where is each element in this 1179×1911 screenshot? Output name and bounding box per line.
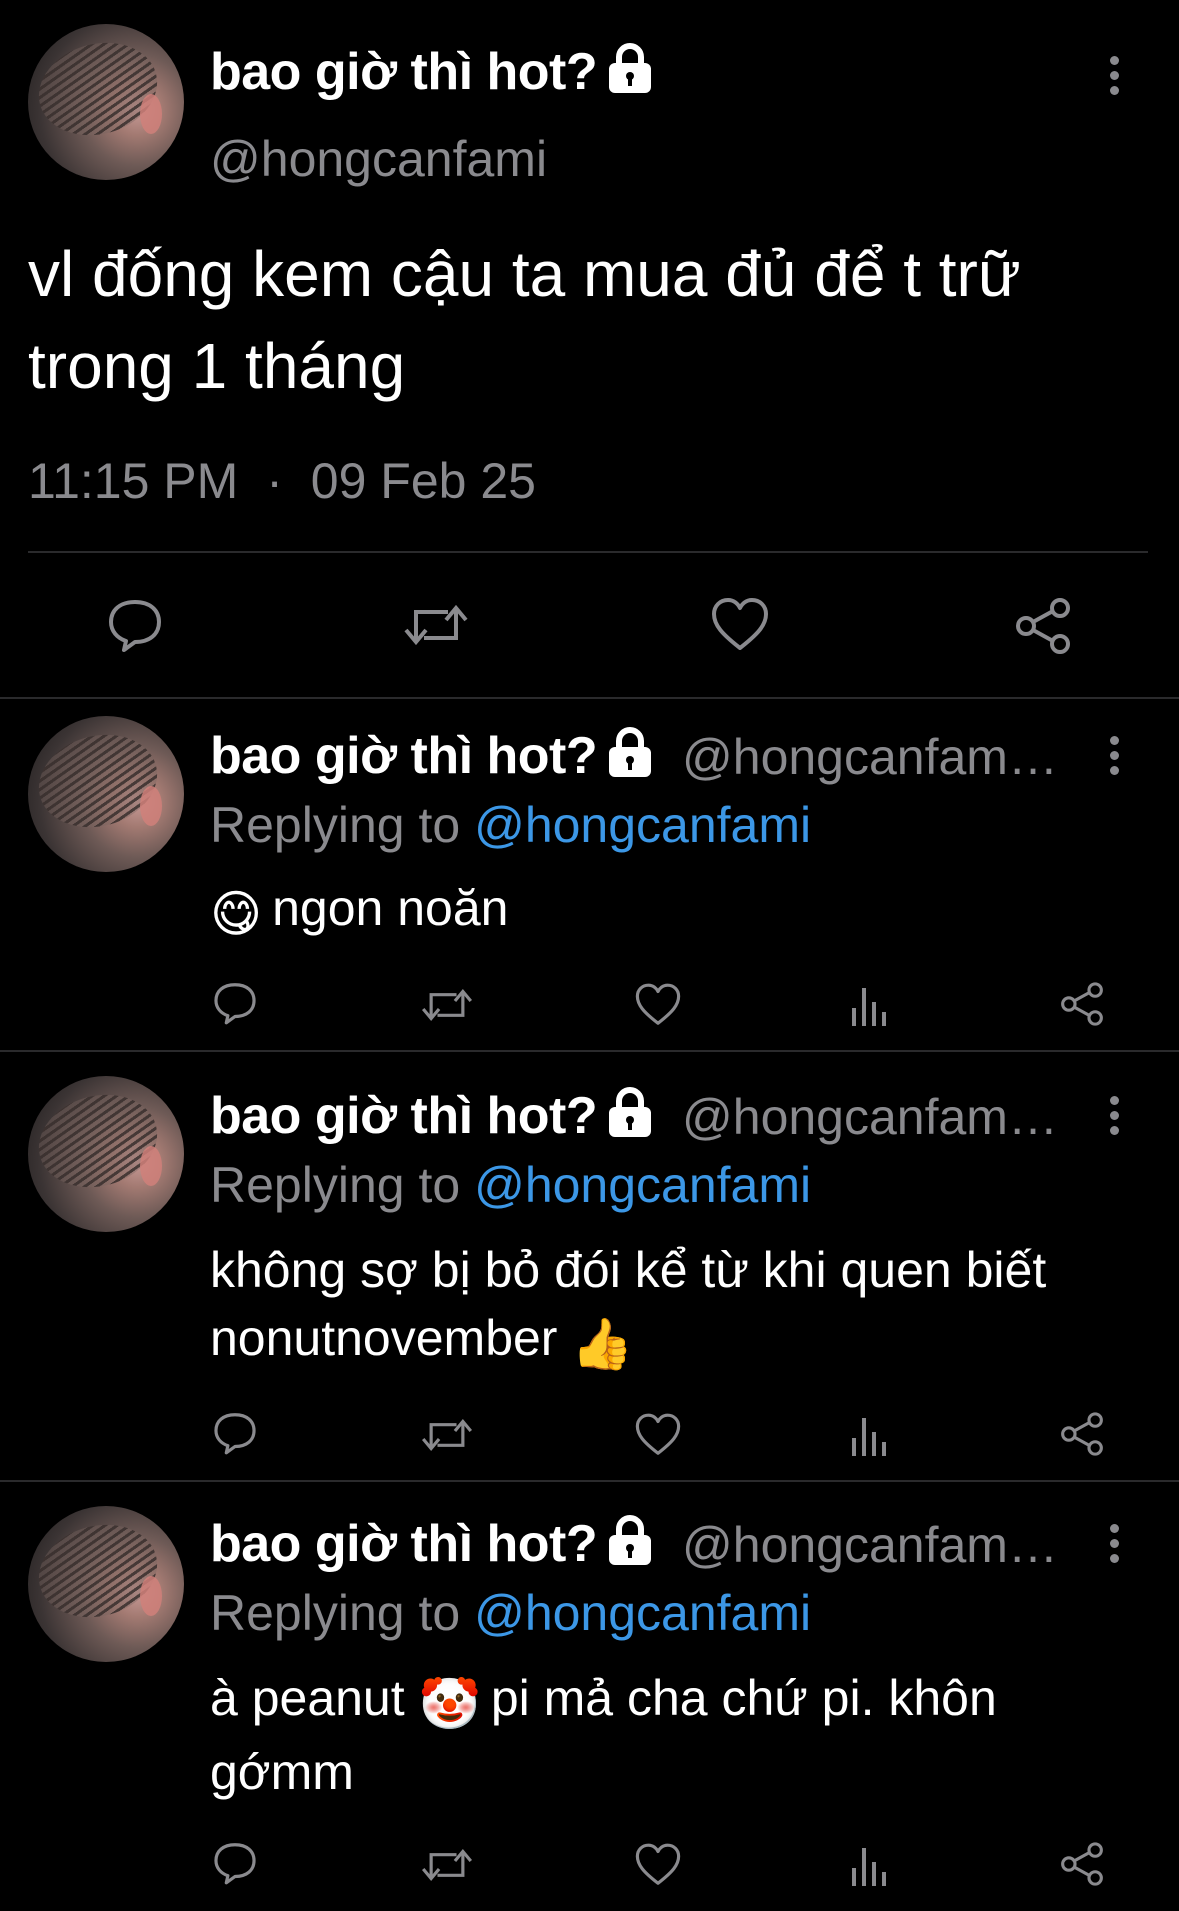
share-icon[interactable] xyxy=(1012,596,1074,656)
retweet-icon[interactable] xyxy=(420,982,474,1028)
more-icon[interactable] xyxy=(1110,56,1120,101)
views-icon[interactable] xyxy=(850,1412,890,1456)
avatar[interactable] xyxy=(28,1076,184,1232)
reply-icon[interactable] xyxy=(212,980,258,1026)
lock-icon xyxy=(609,727,652,777)
reply-text: 😋 ngon noăn xyxy=(210,874,1150,948)
replying-to: Replying to @hongcanfami xyxy=(210,1157,812,1213)
replying-to: Replying to @hongcanfami xyxy=(210,797,812,853)
views-icon[interactable] xyxy=(850,982,890,1026)
reply-text: không sợ bị bỏ đói kể từ khi quen biết n… xyxy=(210,1236,1150,1378)
timestamp-separator: · xyxy=(266,453,283,509)
replying-to: Replying to @hongcanfami xyxy=(210,1585,812,1641)
tweet-text: vl đống kem cậu ta mua đủ để t trữ trong… xyxy=(28,238,1021,402)
avatar[interactable] xyxy=(28,24,184,180)
handle[interactable]: @hongcanfam… xyxy=(682,1088,1058,1146)
display-name[interactable]: bao giờ thì hot? xyxy=(210,1086,653,1146)
share-icon[interactable] xyxy=(1058,1840,1106,1888)
avatar[interactable] xyxy=(28,1506,184,1662)
like-icon[interactable] xyxy=(634,1412,682,1458)
divider xyxy=(0,697,1179,699)
yum-emoji: 😋 xyxy=(210,886,263,942)
tweet-time: 11:15 PM xyxy=(28,453,239,509)
more-icon[interactable] xyxy=(1110,1096,1120,1141)
more-icon[interactable] xyxy=(1110,1524,1120,1569)
mention-link[interactable]: @hongcanfami xyxy=(474,1585,811,1641)
divider xyxy=(0,1480,1179,1482)
handle[interactable]: @hongcanfam… xyxy=(682,1516,1058,1574)
tweet-date: 09 Feb 25 xyxy=(310,453,536,509)
clown-emoji: 🤡 xyxy=(418,1676,481,1732)
display-name[interactable]: bao giờ thì hot? xyxy=(210,42,653,102)
share-icon[interactable] xyxy=(1058,1410,1106,1458)
reply-text: à peanut 🤡 pi mả cha chứ pi. khôn gớmm xyxy=(210,1670,997,1800)
thumbs-up-emoji: 👍 xyxy=(571,1316,634,1372)
retweet-icon[interactable] xyxy=(402,596,470,654)
divider xyxy=(0,1050,1179,1052)
display-name[interactable]: bao giờ thì hot? xyxy=(210,726,653,786)
display-name[interactable]: bao giờ thì hot? xyxy=(210,1514,653,1574)
retweet-icon[interactable] xyxy=(420,1842,474,1888)
like-icon[interactable] xyxy=(634,1842,682,1888)
like-icon[interactable] xyxy=(710,596,770,654)
divider xyxy=(28,551,1148,553)
share-icon[interactable] xyxy=(1058,980,1106,1028)
mention-link[interactable]: @hongcanfami xyxy=(474,1157,811,1213)
lock-icon xyxy=(609,1515,652,1565)
tweet-timestamp: 11:15 PM · 09 Feb 25 xyxy=(28,452,536,510)
mention-link[interactable]: @hongcanfami xyxy=(474,797,811,853)
lock-icon xyxy=(609,43,652,93)
reply-icon[interactable] xyxy=(106,596,164,654)
avatar[interactable] xyxy=(28,716,184,872)
reply-icon[interactable] xyxy=(212,1840,258,1886)
retweet-icon[interactable] xyxy=(420,1412,474,1458)
reply-icon[interactable] xyxy=(212,1410,258,1456)
more-icon[interactable] xyxy=(1110,736,1120,781)
like-icon[interactable] xyxy=(634,982,682,1028)
handle[interactable]: @hongcanfam… xyxy=(682,728,1058,786)
lock-icon xyxy=(609,1087,652,1137)
views-icon[interactable] xyxy=(850,1842,890,1886)
handle[interactable]: @hongcanfami xyxy=(210,130,547,188)
